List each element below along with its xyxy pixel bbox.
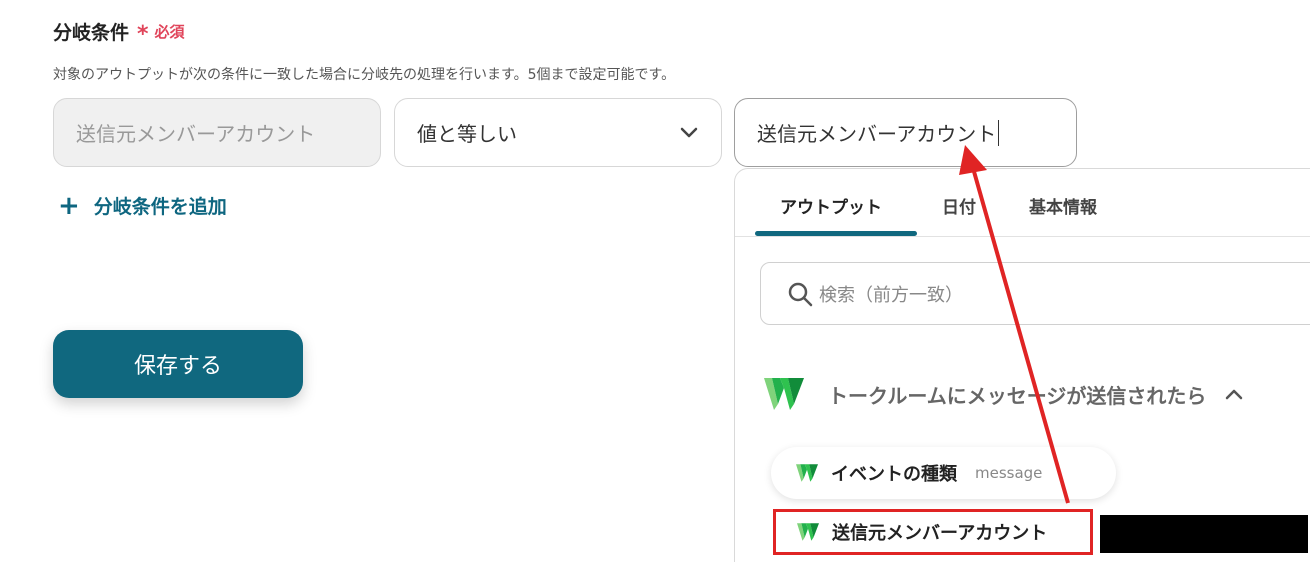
lineworks-logo-icon <box>797 523 819 541</box>
save-button[interactable]: 保存する <box>53 330 303 398</box>
search-icon <box>788 282 813 306</box>
output-item-event-type[interactable]: イベントの種類 message <box>771 447 1116 499</box>
text-caret <box>998 119 1000 146</box>
tab-basic-info[interactable]: 基本情報 <box>1029 193 1097 218</box>
required-asterisk: * <box>137 21 149 47</box>
output-item-name: イベントの種類 <box>831 464 957 485</box>
active-tab-indicator <box>755 231 917 236</box>
lineworks-logo-icon <box>796 464 818 482</box>
condition-operator-value: 値と等しい <box>417 122 517 146</box>
chevron-down-icon <box>679 123 699 143</box>
group-title: トークルームにメッセージが送信されたら <box>828 383 1207 408</box>
condition-value-text: 送信元メンバーアカウント <box>757 122 997 146</box>
required-label: 必須 <box>154 23 185 41</box>
condition-field-value: 送信元メンバーアカウント <box>76 122 316 146</box>
add-condition-button[interactable]: + 分岐条件を追加 <box>58 192 227 219</box>
picker-search-input[interactable]: 検索（前方一致） <box>760 262 1310 325</box>
output-picker-panel: アウトプット 日付 基本情報 検索（前方一致） トークルームにメッセージが送信さ… <box>734 168 1310 562</box>
section-title: 分岐条件 * 必須 <box>53 18 185 45</box>
output-group-header[interactable]: トークルームにメッセージが送信されたら <box>762 374 1282 414</box>
add-condition-label: 分岐条件を追加 <box>93 196 227 218</box>
condition-field-select[interactable]: 送信元メンバーアカウント <box>53 98 381 167</box>
condition-value-input[interactable]: 送信元メンバーアカウント <box>734 98 1077 167</box>
section-description: 対象のアウトプットが次の条件に一致した場合に分岐先の処理を行います。5個まで設定… <box>53 67 676 83</box>
plus-icon: + <box>58 190 80 221</box>
search-placeholder: 検索（前方一致） <box>819 284 963 306</box>
tab-output[interactable]: アウトプット <box>780 193 882 218</box>
redacted-value <box>1100 515 1308 553</box>
output-item-value: message <box>975 464 1043 482</box>
lineworks-logo-icon <box>764 378 804 410</box>
chevron-up-icon <box>1226 389 1243 400</box>
condition-operator-select[interactable]: 値と等しい <box>394 98 722 167</box>
section-title-text: 分岐条件 <box>53 22 130 44</box>
output-item-sender-account[interactable]: 送信元メンバーアカウント <box>773 509 1093 555</box>
picker-tabs: アウトプット 日付 基本情報 <box>735 169 1310 237</box>
tab-date[interactable]: 日付 <box>942 193 976 218</box>
output-item-name: 送信元メンバーアカウント <box>832 523 1048 544</box>
